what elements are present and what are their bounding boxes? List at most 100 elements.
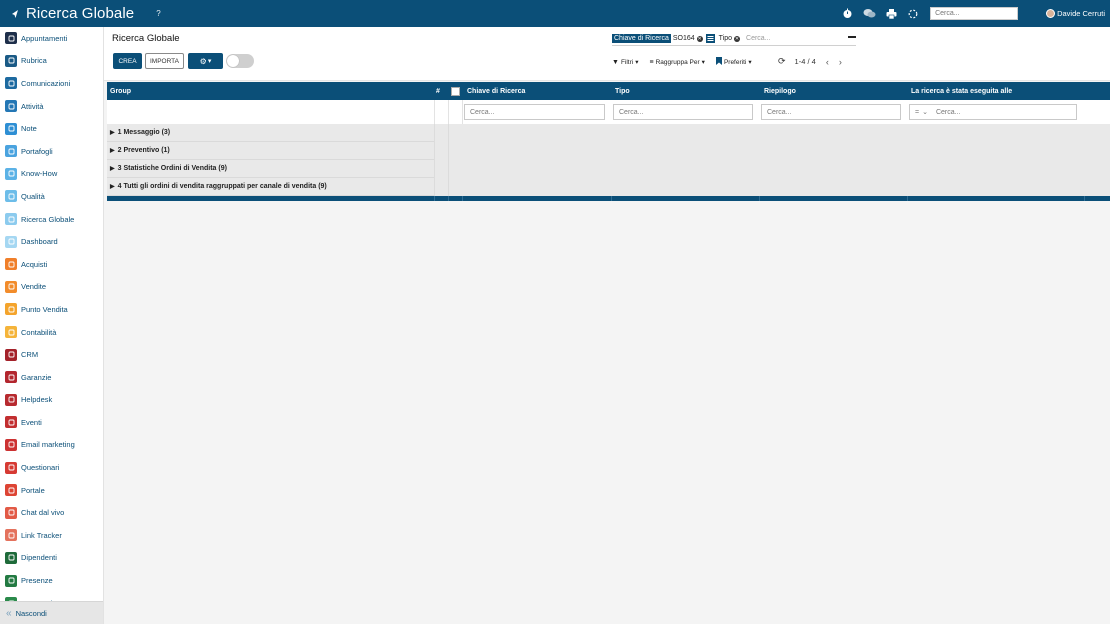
sidebar-item-qualit-[interactable]: Qualità	[0, 185, 103, 208]
create-button[interactable]: CREA	[113, 53, 142, 69]
sidebar-item-label: Comunicazioni	[21, 78, 71, 88]
filters-dropdown[interactable]: ▼ Filtri ▾	[612, 58, 638, 67]
sidebar-item-email-marketing[interactable]: Email marketing	[0, 434, 103, 457]
collapse-icon[interactable]	[848, 36, 856, 38]
column-header-group[interactable]: Group	[110, 82, 131, 100]
group-by-dropdown[interactable]: ≡ Raggruppa Per ▾	[649, 58, 704, 67]
date-operator-select[interactable]: =	[915, 109, 919, 116]
sidebar-item-vendite[interactable]: Vendite	[0, 276, 103, 299]
facet-remove-icon[interactable]: ✕	[696, 35, 703, 42]
top-navbar: Ricerca Globale ? Davide Cerruti	[0, 0, 1110, 27]
sidebar-item-acquisti[interactable]: Acquisti	[0, 253, 103, 276]
table-row[interactable]: ▶ 1 Messaggio (3)	[107, 124, 1110, 142]
chevron-down-icon[interactable]: ⌄	[922, 108, 928, 116]
column-header-executed-at[interactable]: La ricerca è stata eseguita alle	[911, 82, 1012, 100]
shield-icon	[5, 371, 17, 384]
sidebar-item-label: Link Tracker	[21, 530, 62, 540]
sidebar-item-know-how[interactable]: Know-How	[0, 163, 103, 186]
timer-icon[interactable]	[840, 7, 854, 21]
chat-bubble-icon	[5, 506, 17, 519]
pager-value[interactable]: 1-4 / 4	[795, 57, 816, 66]
app-title[interactable]: Ricerca Globale	[26, 5, 134, 22]
group-cell[interactable]: ▶ 2 Preventivo (1)	[107, 142, 434, 160]
sidebar-item-crm[interactable]: CRM	[0, 343, 103, 366]
checkbox[interactable]	[451, 86, 460, 96]
sidebar-item-garanzie[interactable]: Garanzie	[0, 366, 103, 389]
messages-icon[interactable]	[862, 7, 876, 21]
sidebar-item-questionari[interactable]: Questionari	[0, 456, 103, 479]
group-label: 3 Statistiche Ordini di Vendita (9)	[117, 165, 227, 172]
group-rows: ▶ 1 Messaggio (3) ▶ 2 Preventivo (1) ▶ 3 Stat…	[107, 124, 1110, 196]
column-header-count[interactable]: #	[436, 82, 440, 100]
sidebar-item-note[interactable]: Note	[0, 117, 103, 140]
sidebar-item-eventi[interactable]: Eventi	[0, 411, 103, 434]
chevron-left-icon[interactable]: ‹	[826, 57, 829, 67]
check-icon	[5, 100, 17, 113]
sidebar-item-portafogli[interactable]: Portafogli	[0, 140, 103, 163]
clipboard-icon	[5, 461, 17, 474]
sidebar-item-helpdesk[interactable]: Helpdesk	[0, 389, 103, 412]
chat-icon	[5, 77, 17, 90]
filter-search-key-input[interactable]: Cerca...	[464, 104, 605, 120]
search-input[interactable]: Cerca...	[746, 35, 771, 42]
sidebar-item-link-tracker[interactable]: Link Tracker	[0, 524, 103, 547]
user-menu[interactable]: Davide Cerruti	[1046, 9, 1105, 18]
print-icon[interactable]	[884, 7, 898, 21]
sidebar-item-appuntamenti[interactable]: Appuntamenti	[0, 27, 103, 50]
sidebar-item-presenze[interactable]: Presenze	[0, 569, 103, 592]
toggle-knob	[227, 55, 239, 67]
sidebar-item-dipendenti[interactable]: Dipendenti	[0, 547, 103, 570]
search-options: ▼ Filtri ▾ ≡ Raggruppa Per ▾ Preferiti ▾	[612, 57, 763, 67]
column-header-summary[interactable]: Riepilogo	[764, 82, 796, 100]
group-label: 1 Messaggio (3)	[117, 129, 171, 136]
dashboard-icon	[5, 235, 17, 248]
search-facet-key[interactable]: Chiave di Ricerca SO164 ✕	[612, 34, 703, 43]
column-header-search-key[interactable]: Chiave di Ricerca	[467, 82, 525, 100]
sidebar-item-contabilit-[interactable]: Contabilità	[0, 321, 103, 344]
table-row[interactable]: ▶ 3 Statistiche Ordini di Vendita (9)	[107, 160, 1110, 178]
refresh-icon[interactable]: ⟳	[778, 56, 786, 67]
column-header-type[interactable]: Tipo	[615, 82, 630, 100]
group-cell[interactable]: ▶ 4 Tutti gli ordini di vendita raggruppa…	[107, 178, 434, 196]
wallet-icon	[5, 145, 17, 158]
filter-type-input[interactable]: Cerca...	[613, 104, 753, 120]
import-button[interactable]: IMPORTA	[145, 53, 184, 69]
filter-executed-at-field: = ⌄ Cerca...	[909, 104, 1077, 120]
caret-right-icon: ▶	[110, 130, 115, 136]
actions-dropdown-button[interactable]: ⚙ ▾	[188, 53, 223, 69]
favorites-dropdown[interactable]: Preferiti ▾	[715, 57, 752, 67]
facet-remove-icon[interactable]: ✕	[734, 35, 741, 42]
sidebar-item-dashboard[interactable]: Dashboard	[0, 230, 103, 253]
search-facet-type[interactable]: Tipo ✕	[705, 34, 741, 43]
table-row[interactable]: ▶ 4 Tutti gli ordini di vendita raggruppa…	[107, 178, 1110, 196]
sidebar-item-label: Email marketing	[21, 440, 75, 450]
sidebar-item-label: Eventi	[21, 417, 42, 427]
sidebar-item-portale[interactable]: Portale	[0, 479, 103, 502]
table-row[interactable]: ▶ 2 Preventivo (1)	[107, 142, 1110, 160]
sidebar-item-label: Note	[21, 124, 37, 134]
group-cell[interactable]: ▶ 3 Statistiche Ordini di Vendita (9)	[107, 160, 434, 178]
sidebar-item-rubrica[interactable]: Rubrica	[0, 50, 103, 73]
filter-executed-at-input[interactable]: Cerca...	[936, 109, 961, 116]
sidebar-item-comunicazioni[interactable]: Comunicazioni	[0, 72, 103, 95]
hide-sidebar-button[interactable]: « Nascondi	[0, 601, 103, 624]
sidebar-item-ricerca-globale[interactable]: Ricerca Globale	[0, 208, 103, 231]
sidebar-item-label: Presenze	[21, 576, 53, 586]
help-icon[interactable]: ?	[156, 9, 160, 18]
list-icon	[705, 34, 715, 43]
select-all-checkbox[interactable]	[451, 82, 460, 100]
people-icon	[5, 551, 17, 564]
page-title: Ricerca Globale	[112, 33, 180, 44]
cart-icon	[5, 258, 17, 271]
sidebar-item-attivit-[interactable]: Attività	[0, 95, 103, 118]
topbar-search-input[interactable]	[930, 7, 1019, 20]
sidebar-item-punto-vendita[interactable]: Punto Vendita	[0, 298, 103, 321]
lightbulb-icon	[5, 167, 17, 180]
chevron-right-icon[interactable]: ›	[839, 57, 842, 67]
filter-summary-input[interactable]: Cerca...	[761, 104, 901, 120]
app-sidebar: Appuntamenti Rubrica Comunicazioni Attività…	[0, 27, 104, 624]
home-menu-icon[interactable]	[4, 9, 26, 19]
group-cell[interactable]: ▶ 1 Messaggio (3)	[107, 124, 434, 142]
sidebar-item-chat-dal-vivo[interactable]: Chat dal vivo	[0, 501, 103, 524]
view-toggle-switch[interactable]	[226, 54, 254, 68]
